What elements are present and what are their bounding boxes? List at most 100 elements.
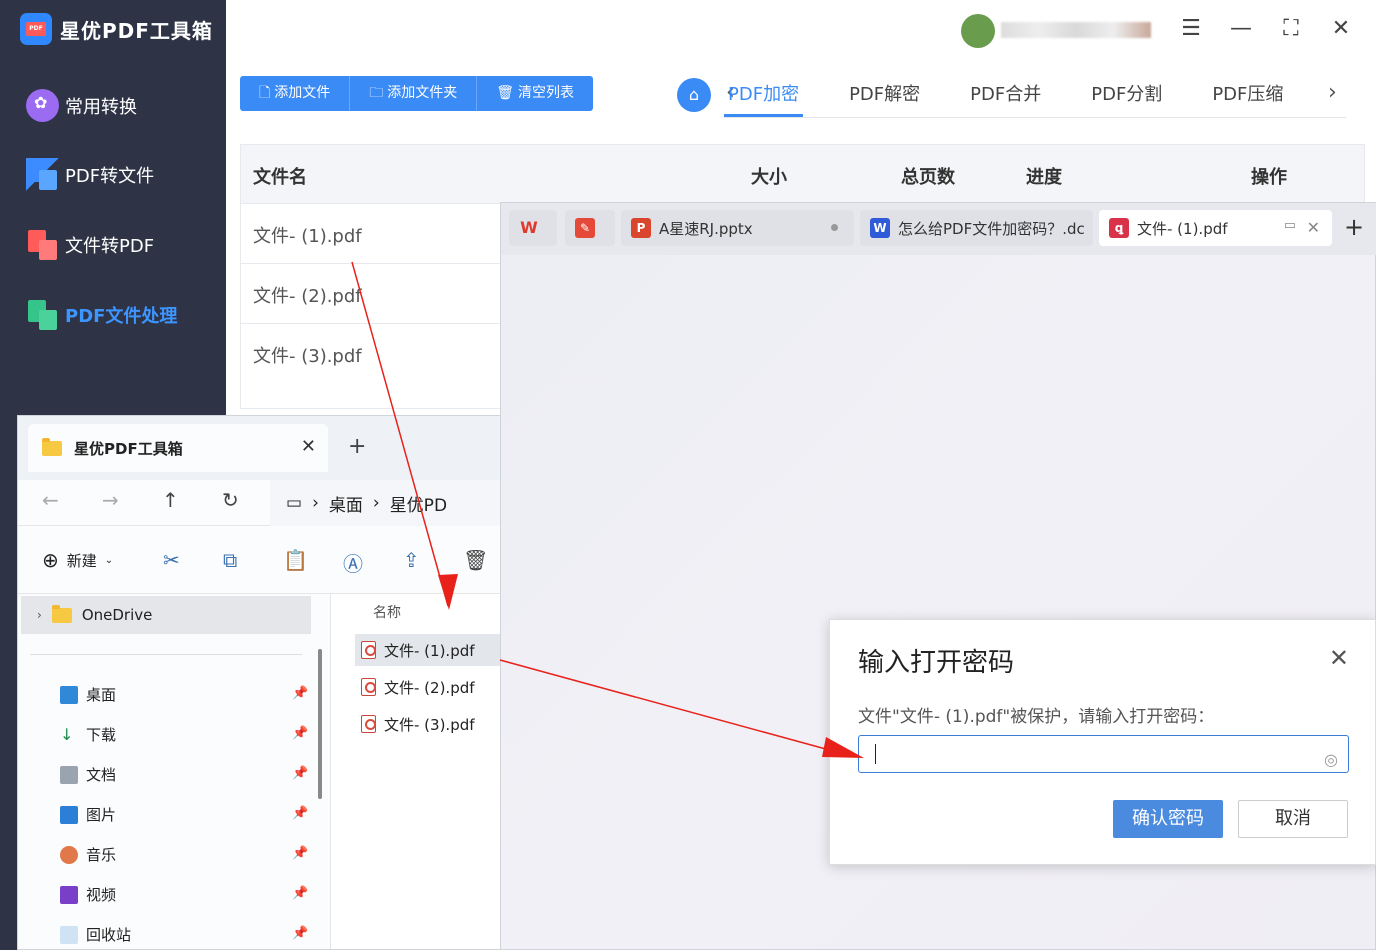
- tab-pdf-decrypt[interactable]: PDF解密: [824, 80, 945, 117]
- pin-icon[interactable]: 📌: [292, 766, 308, 781]
- tab-label: 文件- (1).pdf: [1137, 219, 1228, 238]
- clear-list-button[interactable]: 🗑 清空列表: [477, 76, 593, 111]
- app-logo: 星优PDF工具箱: [20, 13, 213, 45]
- documents-icon: [60, 765, 78, 784]
- word-icon: W: [870, 218, 890, 238]
- pin-icon[interactable]: 📌: [292, 806, 308, 821]
- explorer-tab[interactable]: 星优PDF工具箱 ✕: [28, 424, 328, 472]
- tab-pptx[interactable]: P A星速RJ.pptx: [621, 210, 854, 246]
- sidebar-item-common-convert[interactable]: 常用转换: [26, 89, 137, 122]
- nav-label: 视频: [86, 886, 117, 904]
- app-logo-icon: [20, 13, 52, 45]
- address-bar[interactable]: ▭ › 桌面 › 星优PD: [270, 480, 500, 526]
- nav-item-desktop[interactable]: 桌面: [60, 684, 116, 705]
- tab-pdf-merge[interactable]: PDF合并: [945, 80, 1066, 117]
- sidebar-item-pdf-process[interactable]: PDF文件处理: [26, 298, 177, 331]
- delete-icon[interactable]: 🗑: [463, 548, 488, 572]
- eye-hidden-icon[interactable]: ◎: [1324, 742, 1338, 778]
- chevron-down-icon: ⌄: [104, 554, 114, 566]
- nav-item-onedrive[interactable]: › OneDrive: [21, 596, 311, 634]
- tabs-next-icon[interactable]: ›: [1328, 80, 1337, 105]
- settings-sliders-icon[interactable]: ☰: [1176, 14, 1206, 44]
- pin-icon[interactable]: 📌: [292, 846, 308, 861]
- back-icon[interactable]: ←: [42, 488, 59, 512]
- nav-item-pictures[interactable]: 图片: [60, 804, 116, 825]
- scrollbar[interactable]: [318, 649, 322, 799]
- pin-icon[interactable]: 📌: [292, 726, 308, 741]
- paste-icon[interactable]: 📋: [283, 548, 308, 572]
- pdf-reader-icon: ✎: [575, 218, 595, 238]
- tab-word-doc[interactable]: W 怎么给PDF文件加密码？.dc: [860, 210, 1093, 246]
- copy-icon[interactable]: ⧉: [223, 548, 237, 572]
- nav-item-recycle-bin[interactable]: 回收站: [60, 924, 131, 945]
- chevron-right-icon: ›: [37, 608, 42, 622]
- forward-icon[interactable]: →: [102, 488, 119, 512]
- cancel-button[interactable]: 取消: [1238, 800, 1348, 838]
- breadcrumb-folder[interactable]: 星优PD: [390, 491, 447, 516]
- close-icon[interactable]: ✕: [1326, 14, 1356, 44]
- folder-icon: [42, 437, 62, 456]
- confirm-password-button[interactable]: 确认密码: [1113, 800, 1223, 838]
- maximize-icon[interactable]: ⛶: [1276, 14, 1306, 44]
- add-folder-button[interactable]: 🗀 添加文件夹: [350, 76, 478, 111]
- nav-item-videos[interactable]: 视频: [60, 884, 116, 905]
- tab-pdf-active[interactable]: ꝗ 文件- (1).pdf ▭ ✕: [1099, 210, 1332, 246]
- cut-icon[interactable]: ✂: [163, 548, 180, 572]
- rename-icon[interactable]: Ⓐ: [343, 548, 363, 577]
- nav-label: 回收站: [86, 926, 132, 944]
- tab-close-icon[interactable]: ✕: [1307, 218, 1320, 237]
- pdf-reader-tab[interactable]: ✎: [565, 210, 615, 246]
- password-input[interactable]: ◎: [858, 735, 1349, 773]
- download-icon: ↓: [60, 724, 74, 744]
- file-name: 文件- (3).pdf: [384, 715, 475, 734]
- trash-icon: 🗑: [496, 85, 515, 101]
- close-icon[interactable]: ✕: [1329, 644, 1349, 672]
- home-button[interactable]: ⌂: [677, 78, 711, 112]
- tab-pdf-encrypt[interactable]: PDF加密: [724, 80, 804, 117]
- pin-icon[interactable]: 📌: [292, 686, 308, 701]
- new-tab-icon[interactable]: +: [348, 434, 366, 459]
- username-blurred: [1001, 22, 1151, 38]
- new-button[interactable]: ⊕ 新建 ⌄: [42, 548, 113, 572]
- text-cursor: [875, 744, 876, 764]
- nav-item-downloads[interactable]: ↓ 下载: [60, 724, 116, 745]
- nav-item-documents[interactable]: 文档: [60, 764, 116, 785]
- pictures-icon: [60, 805, 78, 824]
- new-tab-icon[interactable]: +: [1344, 213, 1364, 241]
- col-name[interactable]: 名称: [373, 602, 401, 622]
- add-file-button[interactable]: 🗋 添加文件: [240, 76, 351, 111]
- refresh-icon[interactable]: ↻: [222, 488, 239, 512]
- sidebar-item-pdf-to-file[interactable]: PDF转文件: [26, 158, 154, 191]
- nav-label: 下载: [86, 726, 117, 744]
- close-icon[interactable]: ✕: [301, 436, 316, 457]
- divider: [30, 654, 302, 655]
- list-item[interactable]: 文件- (1).pdf: [355, 634, 500, 666]
- recycle-bin-icon: [60, 925, 78, 944]
- file-toolbar: 🗋 添加文件 🗀 添加文件夹 🗑 清空列表: [240, 76, 594, 111]
- tab-pdf-split[interactable]: PDF分割: [1066, 80, 1187, 117]
- folder-icon: [51, 604, 72, 623]
- pin-icon[interactable]: 📌: [292, 926, 308, 941]
- tab-pdf-compress[interactable]: PDF压缩: [1187, 80, 1308, 117]
- up-icon[interactable]: ↑: [162, 488, 179, 512]
- minimize-icon[interactable]: —: [1226, 14, 1256, 44]
- wps-home-tab[interactable]: W: [509, 210, 557, 246]
- breadcrumb-desktop[interactable]: 桌面: [329, 491, 363, 516]
- list-item[interactable]: 文件- (3).pdf: [355, 708, 500, 740]
- nav-item-music[interactable]: 音乐: [60, 844, 116, 865]
- nav-label: 桌面: [86, 686, 117, 704]
- chevron-right-icon: ›: [312, 493, 319, 513]
- share-icon[interactable]: ⇪: [403, 548, 420, 572]
- wps-tab-bar: W ✎ P A星速RJ.pptx W 怎么给PDF文件加密码？.dc ꝗ 文件-…: [501, 203, 1376, 255]
- sidebar-item-label: PDF文件处理: [65, 305, 178, 327]
- nav-label: 音乐: [86, 846, 117, 864]
- sidebar-item-file-to-pdf[interactable]: 文件转PDF: [26, 228, 154, 261]
- wps-logo-icon: W: [520, 218, 538, 237]
- avatar[interactable]: [961, 14, 995, 48]
- list-item[interactable]: 文件- (2).pdf: [355, 671, 500, 703]
- file-to-pdf-icon: [26, 228, 59, 261]
- top-bar: ☰ — ⛶ ✕: [226, 0, 1376, 60]
- pin-icon[interactable]: 📌: [292, 886, 308, 901]
- sidebar-item-label: 常用转换: [65, 96, 137, 118]
- monitor-icon[interactable]: ▭: [1284, 218, 1296, 233]
